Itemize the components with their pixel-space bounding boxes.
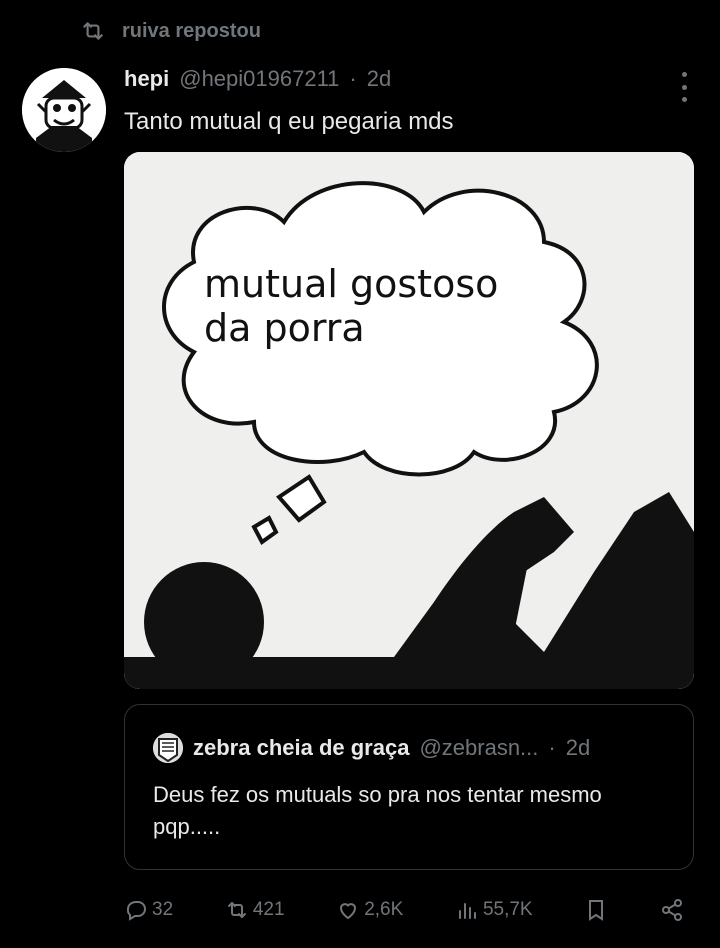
quote-author-name[interactable]: zebra cheia de graça (193, 735, 409, 761)
like-count: 2,6K (364, 899, 404, 920)
quote-text: Deus fez os mutuals so pra nos tentar me… (153, 782, 602, 839)
bookmark-button[interactable] (584, 898, 608, 922)
repost-icon (227, 902, 246, 918)
meme-text-line2: da porra (204, 306, 365, 350)
author-handle[interactable]: @hepi01967211 (179, 66, 339, 92)
quote-author-handle[interactable]: @zebrasn... (419, 735, 538, 761)
views-button[interactable]: 55,7K (455, 898, 533, 922)
tweet-text: Tanto mutual q eu pegaria mds (124, 108, 454, 135)
more-options-icon[interactable] (678, 72, 690, 102)
quote-header: zebra cheia de graça @zebrasn... · 2d (153, 733, 590, 763)
quote-time[interactable]: 2d (566, 735, 590, 761)
share-icon (661, 899, 682, 921)
meme-text: mutual gostoso da porra (204, 262, 498, 350)
tweet-header: hepi @hepi01967211 · 2d (124, 66, 391, 92)
quote-author-avatar[interactable] (153, 733, 183, 763)
tweet-time[interactable]: 2d (367, 66, 391, 92)
like-button[interactable]: 2,6K (336, 898, 403, 922)
repost-indicator[interactable]: ruiva repostou (80, 18, 261, 44)
reply-count: 32 (152, 899, 174, 920)
meme-drawing (124, 152, 694, 689)
bookmark-icon (589, 900, 604, 921)
views-count: 55,7K (482, 899, 533, 920)
tweet-image[interactable]: mutual gostoso da porra (124, 152, 694, 689)
views-icon (458, 903, 476, 919)
author-name[interactable]: hepi (124, 66, 169, 92)
repost-icon (83, 22, 103, 40)
repost-button[interactable]: 421 (225, 898, 285, 922)
repost-count: 421 (252, 899, 285, 920)
repost-text: ruiva repostou (122, 19, 261, 42)
heart-icon (340, 903, 357, 920)
meme-text-line1: mutual gostoso (204, 262, 499, 306)
quoted-tweet[interactable]: zebra cheia de graça @zebrasn... · 2d De… (124, 704, 694, 870)
share-button[interactable] (660, 898, 684, 922)
separator-dot: · (349, 66, 357, 91)
reply-icon (126, 901, 146, 921)
action-bar: 32 421 2,6K 55,7K (124, 892, 684, 928)
reply-button[interactable]: 32 (124, 898, 173, 922)
author-avatar[interactable] (22, 68, 106, 152)
figure-arm (492, 535, 531, 634)
quote-separator-dot: · (548, 735, 556, 760)
